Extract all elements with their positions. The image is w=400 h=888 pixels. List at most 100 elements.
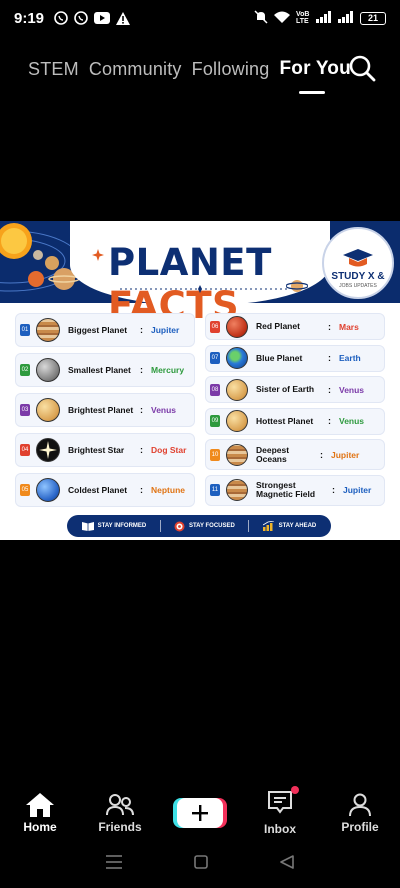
fact-value: Jupiter	[343, 485, 372, 495]
fact-number: 03	[20, 404, 30, 416]
jupiter-icon	[36, 318, 60, 342]
solar-system-illustration	[0, 223, 80, 292]
battery-indicator: 21	[360, 11, 386, 25]
title-part-1: PLANET	[108, 241, 272, 284]
tab-for-you[interactable]: For You	[279, 58, 351, 94]
fact-label: Strongest Magnetic Field	[256, 480, 316, 499]
fact-label: Brightest Star	[68, 444, 125, 455]
fact-row: 04 Brightest Star : Dog Star	[15, 433, 195, 467]
logo-title: STUDY X &	[331, 271, 385, 282]
create-button[interactable]	[177, 798, 223, 828]
fact-number: 04	[20, 444, 30, 456]
study-logo: STUDY X & JOBS UPDATES	[322, 227, 394, 299]
neptune-icon	[36, 478, 60, 502]
fact-row: 01 Biggest Planet : Jupiter	[15, 313, 195, 347]
nav-create[interactable]	[165, 798, 235, 828]
fact-row: 02 Smallest Planet : Mercury	[15, 353, 195, 387]
nav-label: Home	[23, 819, 57, 834]
fact-number: 05	[20, 484, 30, 496]
fact-number: 06	[210, 320, 220, 333]
search-icon[interactable]	[348, 54, 378, 84]
whatsapp-business-icon	[74, 11, 88, 25]
fact-value: Jupiter	[151, 325, 180, 335]
fact-colon: :	[328, 321, 331, 332]
home-icon	[26, 792, 54, 817]
facts-left-column: 01 Biggest Planet : Jupiter 02 Smallest …	[15, 313, 195, 513]
footer-label: STAY AHEAD	[278, 523, 317, 529]
nav-home[interactable]: Home	[5, 792, 75, 834]
fact-number: 02	[20, 364, 30, 376]
fact-row: 09 Hottest Planet : Venus	[205, 407, 385, 435]
friends-icon	[106, 793, 134, 815]
fact-row: 06 Red Planet : Mars	[205, 313, 385, 340]
recent-apps-icon[interactable]	[106, 853, 122, 874]
bottom-navigation: Home Friends Inbox Profile	[0, 785, 400, 841]
jupiter-icon	[226, 479, 248, 501]
fact-colon: :	[332, 485, 335, 495]
fact-number: 09	[210, 415, 220, 427]
tab-following[interactable]: Following	[192, 59, 270, 80]
system-navigation-bar	[0, 845, 400, 881]
fact-label: Brightest Planet	[68, 404, 134, 415]
fact-colon: :	[140, 325, 143, 335]
fact-value: Dog Star	[151, 445, 187, 455]
nav-friends[interactable]: Friends	[85, 793, 155, 834]
fact-colon: :	[140, 485, 143, 495]
fact-number: 11	[210, 484, 220, 496]
footer-item: STAY AHEAD	[262, 521, 317, 531]
fact-value: Earth	[339, 353, 361, 363]
fact-label: Coldest Planet	[68, 484, 128, 495]
fact-label: Smallest Planet	[68, 364, 131, 375]
fact-colon: :	[328, 353, 331, 363]
fact-number: 07	[210, 352, 220, 364]
tab-stem[interactable]: STEM	[28, 59, 79, 80]
footer-item: STAY INFORMED	[81, 521, 147, 531]
venus-icon	[226, 378, 248, 401]
tab-community[interactable]: Community	[89, 59, 182, 80]
fact-label: Deepest Oceans	[256, 444, 290, 464]
fact-value: Jupiter	[331, 449, 360, 460]
fact-row: 10 Deepest Oceans : Jupiter	[205, 439, 385, 470]
fact-row: 07 Blue Planet : Earth	[205, 344, 385, 372]
status-bar: 9:19 VoB LTE 21	[0, 0, 400, 36]
facts-right-column: 06 Red Planet : Mars 07 Blue Planet : Ea…	[205, 313, 385, 510]
venus-icon	[36, 398, 60, 422]
fact-colon: :	[320, 449, 323, 460]
fact-colon: :	[140, 445, 143, 455]
fact-colon: :	[140, 405, 143, 415]
profile-icon	[349, 793, 371, 816]
fact-label: Sister of Earth	[256, 384, 315, 394]
dotted-divider	[120, 285, 290, 293]
feed-tabs: STEM Community Following For You	[28, 54, 384, 94]
nav-inbox[interactable]: Inbox	[245, 786, 315, 836]
fact-value: Venus	[339, 416, 365, 426]
warning-icon	[116, 11, 131, 25]
venus-icon	[226, 410, 248, 432]
inbox-icon-wrap	[267, 786, 299, 819]
fact-label: Red Planet	[256, 321, 300, 331]
footer-label: STAY INFORMED	[97, 523, 147, 529]
mercury-icon	[36, 358, 60, 382]
fact-value: Mars	[339, 321, 359, 332]
fact-colon: :	[140, 365, 143, 375]
fact-label: Hottest Planet	[256, 415, 314, 426]
notification-dot	[291, 786, 299, 794]
fact-number: 08	[210, 383, 220, 396]
fact-value: Venus	[339, 384, 365, 395]
jupiter-icon	[226, 443, 248, 466]
earth-icon	[226, 347, 248, 369]
fact-row: 08 Sister of Earth : Venus	[205, 376, 385, 403]
fact-number: 10	[210, 448, 220, 461]
post-image[interactable]: PLANET FACTS STUDY X & JOBS UPDATES 01 B…	[0, 221, 400, 540]
fact-row: 05 Coldest Planet : Neptune	[15, 473, 195, 507]
nav-label: Inbox	[264, 822, 296, 836]
nav-label: Profile	[341, 819, 379, 834]
signal-icon-2	[338, 10, 354, 26]
fact-label: Blue Planet	[256, 352, 303, 363]
signal-icon	[316, 10, 332, 26]
fact-row: 11 Strongest Magnetic Field : Jupiter	[205, 474, 385, 506]
home-square-icon[interactable]	[194, 853, 208, 874]
nav-profile[interactable]: Profile	[325, 793, 395, 834]
graduation-cap-icon	[343, 249, 373, 267]
back-icon[interactable]	[280, 853, 294, 874]
